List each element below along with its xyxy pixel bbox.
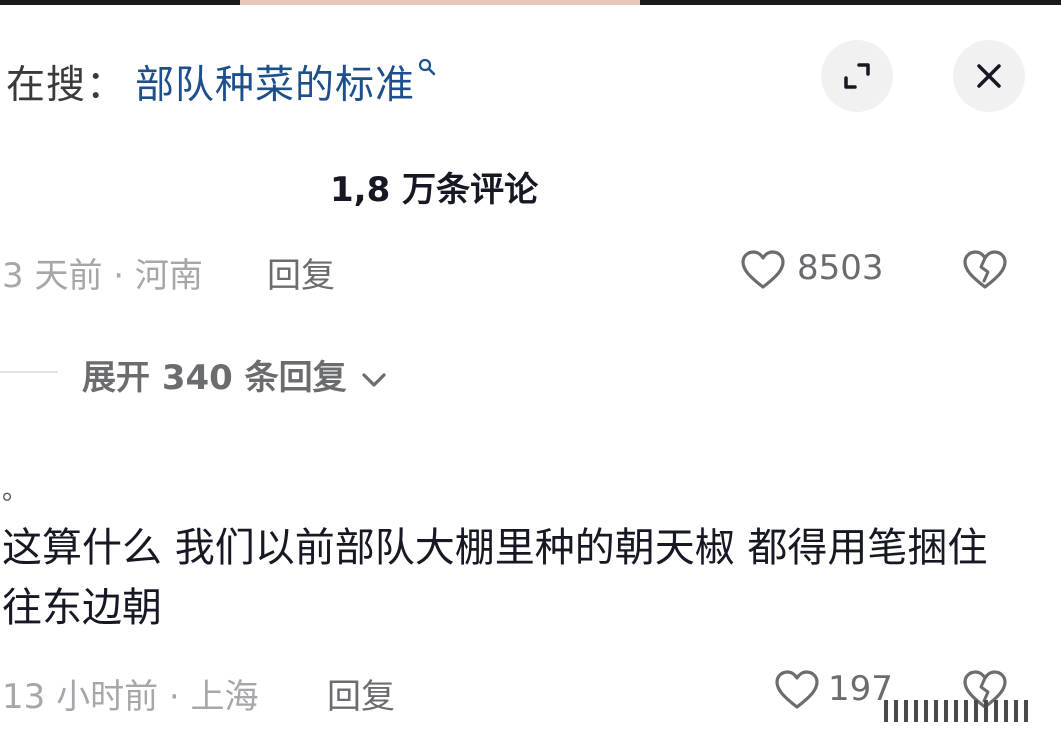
search-prefix: 在搜：: [6, 63, 127, 108]
expand-replies-button[interactable]: 展开 340 条回复: [82, 350, 389, 399]
comment-fragment: 。: [2, 476, 29, 506]
expand-button[interactable]: [821, 40, 893, 112]
reply-button[interactable]: 回复: [267, 248, 335, 297]
cropped-photo: [240, 0, 640, 5]
close-button[interactable]: [953, 40, 1025, 112]
expand-icon: [844, 63, 870, 89]
search-header: 在搜： 部队种菜的标准: [0, 40, 1061, 112]
top-image-strip: [0, 0, 1061, 5]
search-query-link[interactable]: 部队种菜的标准: [135, 54, 436, 110]
heart-icon[interactable]: [774, 670, 820, 710]
heart-icon[interactable]: [740, 250, 786, 290]
like-count: 8503: [797, 248, 884, 288]
broken-heart-icon[interactable]: [962, 250, 1008, 290]
search-icon: [418, 58, 436, 76]
comment-count-title: 1,8 万条评论: [330, 170, 539, 210]
search-query-text[interactable]: 部队种菜的标准: [135, 63, 415, 108]
reply-button[interactable]: 回复: [327, 669, 395, 718]
comment-meta: 3 天前 · 河南: [2, 256, 203, 296]
comment-meta: 13 小时前 · 上海: [2, 677, 259, 717]
watermark: [880, 696, 1040, 730]
expand-replies-label[interactable]: 展开 340 条回复: [82, 358, 347, 398]
comment-text: 这算什么 我们以前部队大棚里种的朝天椒 都得用笔捆住往东边朝: [2, 525, 988, 631]
close-icon: [977, 64, 1001, 88]
expand-divider: [0, 371, 58, 373]
chevron-down-icon: [361, 372, 386, 387]
